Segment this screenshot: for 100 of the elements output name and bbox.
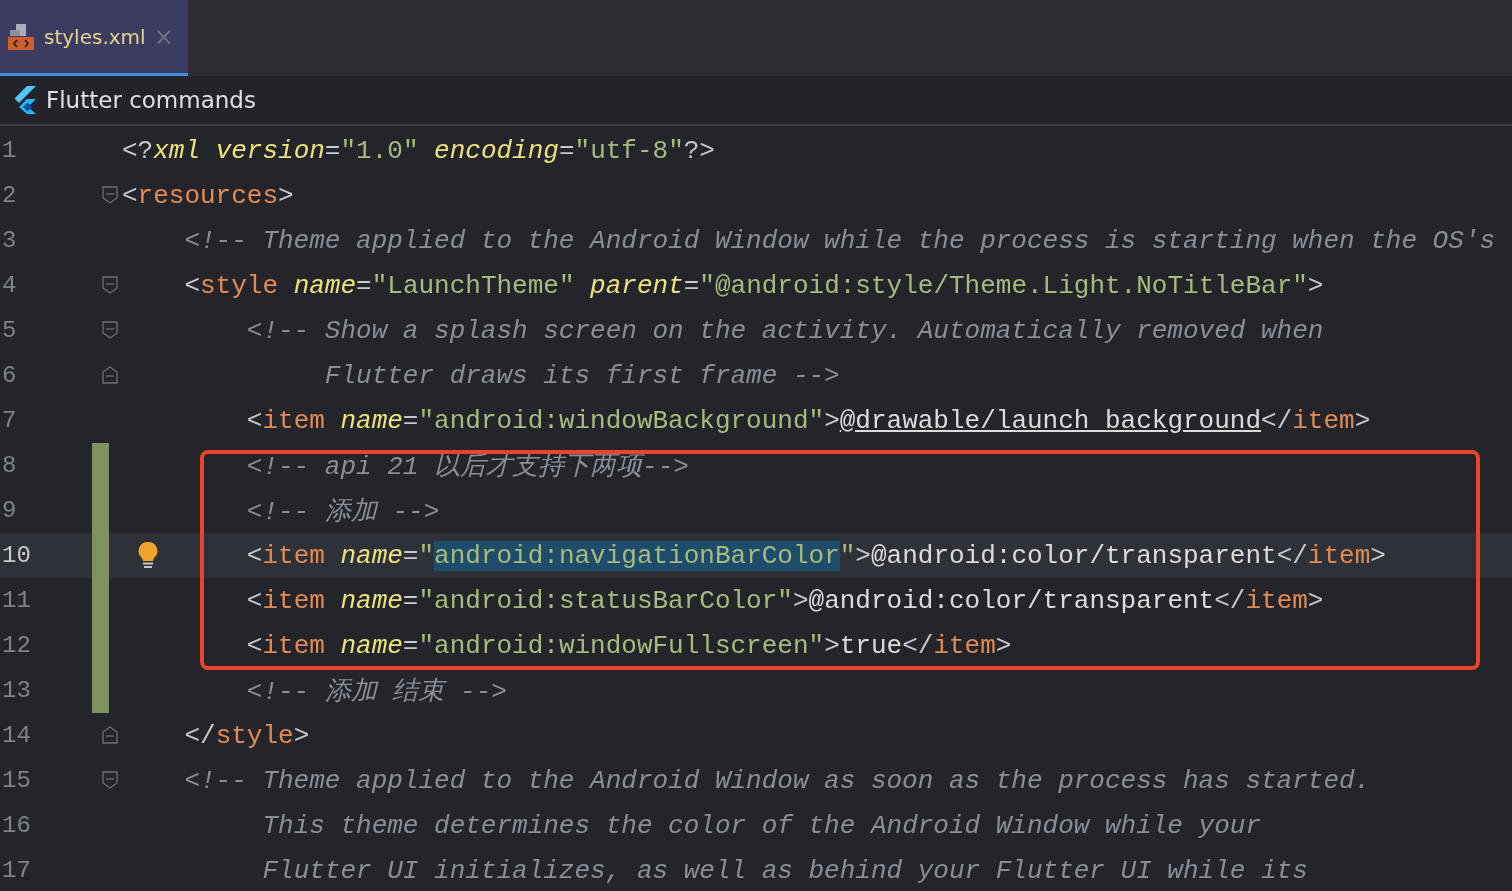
line-number: 12 bbox=[1, 632, 32, 659]
code-comment: Flutter UI initializes, as well as behind your Flutter UI while its bbox=[262, 855, 1308, 886]
line-number: 3 bbox=[1, 227, 18, 254]
code-punctuation: = bbox=[356, 270, 372, 301]
tag-name: style bbox=[200, 270, 280, 301]
line-number: 16 bbox=[1, 812, 32, 839]
code-punctuation: < bbox=[122, 180, 138, 211]
code-punctuation: = bbox=[324, 135, 341, 166]
code-comment: <!-- api 21 以后才支持下两项--> bbox=[246, 452, 689, 482]
code-punctuation: = bbox=[402, 540, 419, 571]
code-punctuation: </ bbox=[1261, 405, 1293, 436]
code-punctuation: > bbox=[1307, 585, 1324, 616]
tag-name: item bbox=[933, 630, 996, 661]
code-punctuation: = bbox=[402, 585, 419, 616]
code-comment: <!-- 添加 --> bbox=[246, 497, 440, 527]
attribute-name: encoding bbox=[434, 135, 559, 166]
code-punctuation: > bbox=[1354, 405, 1371, 436]
lightbulb-icon[interactable] bbox=[137, 541, 159, 569]
string-value: "android:windowFullscreen" bbox=[418, 630, 825, 661]
tag-name: item bbox=[262, 585, 326, 616]
string-value: " bbox=[839, 540, 856, 571]
code-punctuation: > bbox=[995, 630, 1012, 661]
code-punctuation: < bbox=[246, 540, 263, 571]
line-number: 17 bbox=[1, 857, 32, 884]
code-punctuation: </ bbox=[1214, 585, 1246, 616]
attribute-name: name bbox=[293, 270, 357, 301]
code-punctuation: = bbox=[402, 630, 419, 661]
code-punctuation: </ bbox=[1276, 540, 1308, 571]
code-comment: Flutter draws its first frame --> bbox=[324, 360, 840, 391]
code-punctuation: > bbox=[293, 720, 310, 751]
code-comment: <!-- 添加 结束 --> bbox=[246, 677, 507, 707]
code-punctuation: < bbox=[246, 630, 263, 661]
line-number: 5 bbox=[1, 317, 18, 344]
attribute-name: name bbox=[340, 630, 403, 661]
tag-name: item bbox=[1307, 540, 1371, 571]
tag-name: item bbox=[1245, 585, 1308, 616]
flutter-logo-icon bbox=[12, 85, 38, 115]
code-punctuation: < bbox=[184, 270, 200, 301]
code-punctuation: < bbox=[246, 405, 263, 436]
tag-name: resources bbox=[137, 180, 279, 211]
xml-file-icon bbox=[6, 21, 36, 52]
selected-text: android:navigationBarColor bbox=[434, 540, 840, 571]
code-punctuation: </ bbox=[184, 720, 216, 751]
code-punctuation: ?> bbox=[683, 135, 715, 166]
file-tab[interactable]: styles.xml × bbox=[0, 0, 188, 76]
code-comment: <!-- Theme applied to the Android Window while the process is starting when the OS's bbox=[184, 225, 1496, 256]
line-number: 9 bbox=[1, 497, 18, 524]
code-punctuation: > bbox=[824, 630, 840, 661]
code-punctuation: > bbox=[855, 540, 871, 571]
fold-icon[interactable] bbox=[101, 185, 119, 205]
string-value: " bbox=[418, 540, 435, 571]
code-punctuation: = bbox=[402, 405, 419, 436]
fold-icon[interactable] bbox=[101, 365, 119, 385]
code-punctuation: > bbox=[1370, 540, 1386, 571]
code-text: @android:color/transparent bbox=[808, 585, 1215, 616]
tag-name: style bbox=[215, 720, 294, 751]
tag-name: item bbox=[262, 405, 326, 436]
string-value: "LaunchTheme" bbox=[371, 270, 576, 301]
attribute-name: name bbox=[340, 585, 403, 616]
code-text: true bbox=[839, 630, 903, 661]
string-value: "android:windowBackground" bbox=[418, 405, 825, 436]
line-number: 14 bbox=[1, 722, 32, 749]
attribute-name: xml bbox=[153, 135, 202, 166]
string-value: "android:statusBarColor" bbox=[418, 585, 793, 616]
tag-name: item bbox=[1292, 405, 1355, 436]
code-comment: This theme determines the color of the Android Window while your bbox=[262, 810, 1261, 841]
code-punctuation: < bbox=[246, 585, 263, 616]
line-number: 6 bbox=[1, 362, 18, 389]
code-punctuation: = bbox=[683, 270, 700, 301]
code-punctuation: <? bbox=[122, 135, 154, 166]
attribute-name: parent bbox=[590, 270, 684, 301]
fold-icon[interactable] bbox=[101, 770, 119, 790]
tag-name: item bbox=[262, 540, 326, 571]
code-punctuation: = bbox=[558, 135, 575, 166]
line-number: 4 bbox=[1, 272, 18, 299]
code-punctuation: > bbox=[1307, 270, 1324, 301]
line-number: 13 bbox=[1, 677, 32, 704]
fold-icon[interactable] bbox=[101, 725, 119, 745]
line-number: 2 bbox=[1, 182, 18, 209]
toolbar-title[interactable]: Flutter commands bbox=[46, 87, 256, 113]
attribute-name: name bbox=[340, 405, 403, 436]
code-punctuation: > bbox=[824, 405, 840, 436]
fold-icon[interactable] bbox=[101, 275, 119, 295]
line-number: 11 bbox=[1, 587, 32, 614]
code-punctuation: </ bbox=[902, 630, 934, 661]
code-punctuation: > bbox=[792, 585, 809, 616]
code-punctuation: > bbox=[278, 180, 294, 211]
fold-icon[interactable] bbox=[101, 320, 119, 340]
line-number: 7 bbox=[1, 407, 18, 434]
code-comment: <!-- Theme applied to the Android Window as soon as the process has started. bbox=[184, 765, 1371, 796]
line-number: 10 bbox=[1, 542, 32, 569]
string-value: "@android:style/Theme.Light.NoTitleBar" bbox=[699, 270, 1308, 301]
tab-label: styles.xml bbox=[44, 24, 146, 49]
attribute-name: version bbox=[215, 135, 325, 166]
code-comment: <!-- Show a splash screen on the activity. Automatically removed when bbox=[246, 315, 1324, 346]
line-number: 15 bbox=[1, 767, 32, 794]
code-text: @android:color/transparent bbox=[870, 540, 1277, 571]
string-value: "utf-8" bbox=[574, 135, 684, 166]
attribute-name: name bbox=[340, 540, 403, 571]
line-number: 8 bbox=[1, 452, 18, 479]
